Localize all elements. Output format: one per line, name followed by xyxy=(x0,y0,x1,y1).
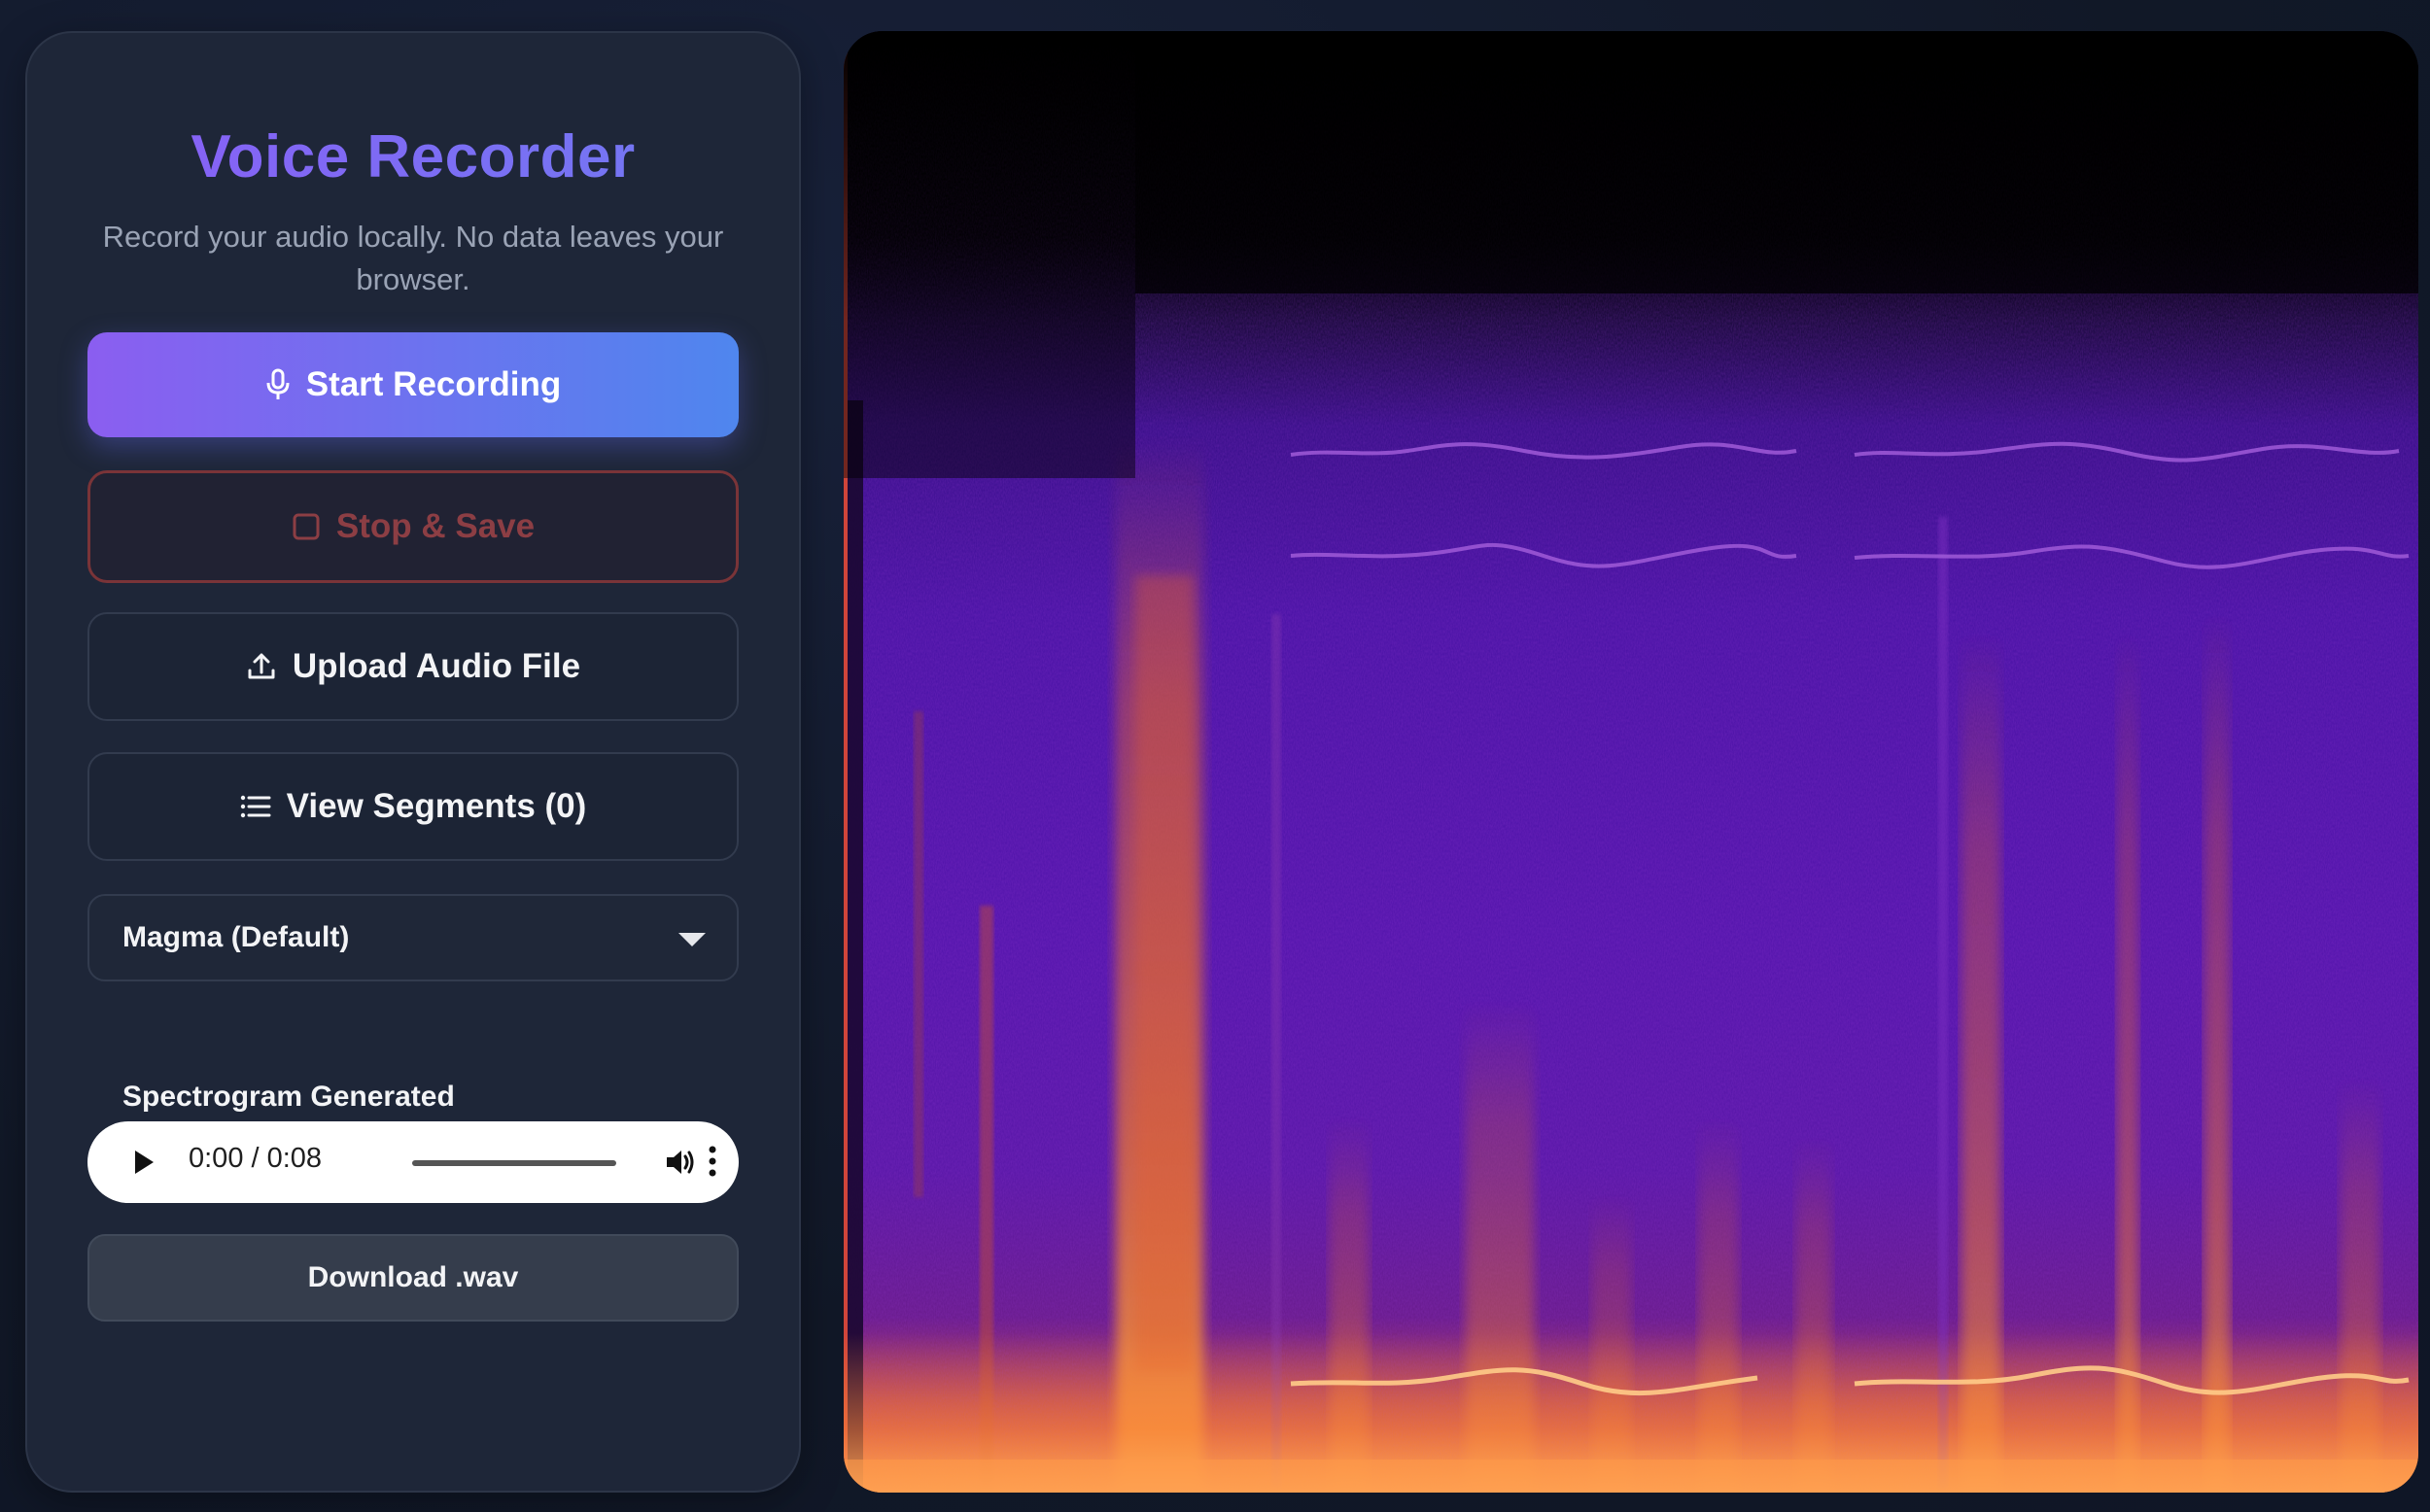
player-time: 0:00 / 0:08 xyxy=(189,1143,323,1174)
download-wav-label: Download .wav xyxy=(307,1261,519,1293)
player-progress-track[interactable] xyxy=(412,1160,616,1166)
status-text: Spectrogram Generated xyxy=(122,1081,455,1113)
stop-save-button[interactable]: Stop & Save xyxy=(87,470,739,583)
caret-down-icon xyxy=(678,933,706,946)
upload-audio-button[interactable]: Upload Audio File xyxy=(87,612,739,721)
upload-icon xyxy=(246,651,277,682)
stop-square-icon xyxy=(292,512,321,541)
app-title: Voice Recorder xyxy=(27,122,799,191)
colormap-select[interactable]: Magma (Default) xyxy=(87,894,739,981)
app-root: Voice Recorder Record your audio locally… xyxy=(0,0,2430,1512)
play-icon[interactable] xyxy=(132,1149,156,1181)
view-segments-label: View Segments (0) xyxy=(286,787,587,825)
volume-icon[interactable] xyxy=(663,1145,698,1185)
app-subtitle: Record your audio locally. No data leave… xyxy=(102,220,724,296)
control-panel: Voice Recorder Record your audio locally… xyxy=(25,31,801,1493)
more-vertical-icon[interactable] xyxy=(706,1143,719,1185)
colormap-select-value: Magma (Default) xyxy=(122,921,350,953)
start-recording-label: Start Recording xyxy=(305,365,562,403)
start-recording-button[interactable]: Start Recording xyxy=(87,332,739,437)
spectrogram-image xyxy=(844,31,2418,1493)
spectrogram-canvas[interactable] xyxy=(844,31,2418,1493)
upload-audio-label: Upload Audio File xyxy=(292,647,581,685)
download-wav-button[interactable]: Download .wav xyxy=(87,1234,739,1322)
view-segments-button[interactable]: View Segments (0) xyxy=(87,752,739,861)
audio-player: 0:00 / 0:08 xyxy=(87,1121,739,1203)
stop-save-label: Stop & Save xyxy=(335,507,536,545)
microphone-icon xyxy=(265,368,291,401)
list-icon xyxy=(240,794,271,819)
